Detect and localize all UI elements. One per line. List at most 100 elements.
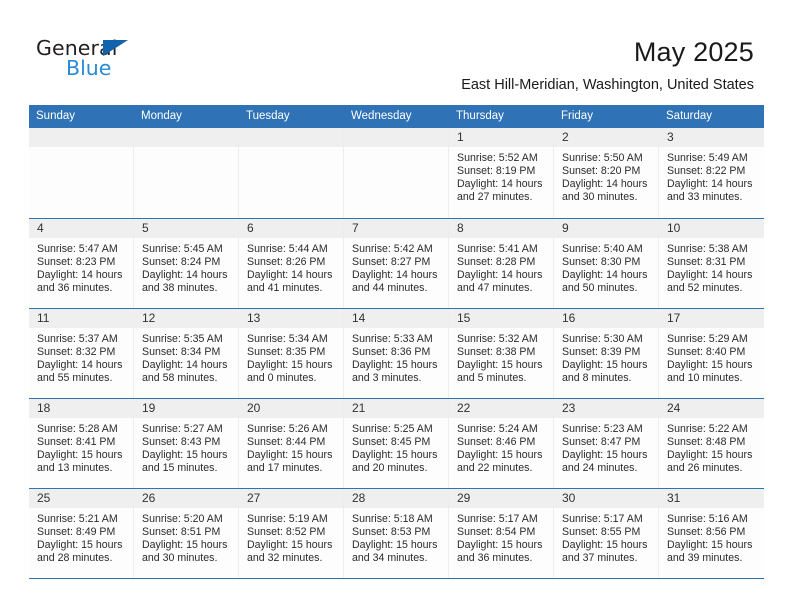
sunset-text: Sunset: 8:35 PM xyxy=(247,345,326,358)
calendar-day-cell[interactable]: 9 Sunrise: 5:40 AM Sunset: 8:30 PM Daylight… xyxy=(554,217,659,308)
calendar-day-cell[interactable]: 18 Sunrise: 5:28 AM Sunset: 8:41 PM Dayligh… xyxy=(29,397,134,488)
calendar-day-cell[interactable]: 30 Sunrise: 5:17 AM Sunset: 8:55 PM Dayligh… xyxy=(554,487,659,579)
calendar-day-cell[interactable]: 26 Sunrise: 5:20 AM Sunset: 8:51 PM Dayligh… xyxy=(134,487,239,579)
daylight-text: Daylight: 14 hours and 52 minutes. xyxy=(667,268,753,294)
calendar-day-cell[interactable]: 12 Sunrise: 5:35 AM Sunset: 8:34 PM Dayligh… xyxy=(134,307,239,398)
calendar-day-cell[interactable]: 20 Sunrise: 5:26 AM Sunset: 8:44 PM Dayligh… xyxy=(239,397,344,488)
sunrise-text: Sunrise: 5:35 AM xyxy=(142,332,223,345)
day-number: 10 xyxy=(659,218,764,238)
weekday-header-friday: Friday xyxy=(554,105,659,128)
calendar-day-cell-empty xyxy=(344,128,449,218)
sunrise-text: Sunrise: 5:44 AM xyxy=(247,242,328,255)
calendar-day-cell[interactable]: 5 Sunrise: 5:45 AM Sunset: 8:24 PM Daylight… xyxy=(134,217,239,308)
sunrise-text: Sunrise: 5:24 AM xyxy=(457,422,538,435)
daylight-text: Daylight: 14 hours and 33 minutes. xyxy=(667,178,753,204)
sunrise-text: Sunrise: 5:20 AM xyxy=(142,512,223,525)
day-number: 25 xyxy=(29,488,133,508)
daylight-text: Daylight: 15 hours and 32 minutes. xyxy=(247,538,333,564)
calendar-day-cell[interactable]: 10 Sunrise: 5:38 AM Sunset: 8:31 PM Dayligh… xyxy=(659,217,764,308)
calendar-day-cell[interactable]: 21 Sunrise: 5:25 AM Sunset: 8:45 PM Dayligh… xyxy=(344,397,449,488)
day-box: 15 Sunrise: 5:32 AM Sunset: 8:38 PM Dayligh… xyxy=(449,308,554,398)
day-info: Sunrise: 5:52 AM Sunset: 8:19 PM Daylight:… xyxy=(449,147,553,204)
day-box: 11 Sunrise: 5:37 AM Sunset: 8:32 PM Dayligh… xyxy=(29,308,134,398)
sunset-text: Sunset: 8:55 PM xyxy=(562,525,641,538)
calendar-week-row: 4 Sunrise: 5:47 AM Sunset: 8:23 PM Daylight… xyxy=(29,217,764,308)
day-info: Sunrise: 5:23 AM Sunset: 8:47 PM Daylight:… xyxy=(554,418,658,475)
calendar-day-cell[interactable]: 13 Sunrise: 5:34 AM Sunset: 8:35 PM Dayligh… xyxy=(239,307,344,398)
calendar-day-cell[interactable]: 23 Sunrise: 5:23 AM Sunset: 8:47 PM Dayligh… xyxy=(554,397,659,488)
sunset-text: Sunset: 8:38 PM xyxy=(457,345,536,358)
sunset-text: Sunset: 8:24 PM xyxy=(142,255,221,268)
day-info: Sunrise: 5:44 AM Sunset: 8:26 PM Daylight:… xyxy=(239,238,343,295)
sunrise-text: Sunrise: 5:33 AM xyxy=(352,332,433,345)
sunrise-text: Sunrise: 5:22 AM xyxy=(667,422,748,435)
sunset-text: Sunset: 8:32 PM xyxy=(37,345,116,358)
sunset-text: Sunset: 8:28 PM xyxy=(457,255,536,268)
daylight-text: Daylight: 15 hours and 15 minutes. xyxy=(142,448,228,474)
daylight-text: Daylight: 14 hours and 27 minutes. xyxy=(457,178,543,204)
weekday-header-row: Sunday Monday Tuesday Wednesday Thursday… xyxy=(29,105,764,128)
daylight-text: Daylight: 15 hours and 10 minutes. xyxy=(667,358,753,384)
calendar-day-cell[interactable]: 6 Sunrise: 5:44 AM Sunset: 8:26 PM Daylight… xyxy=(239,217,344,308)
day-info: Sunrise: 5:19 AM Sunset: 8:52 PM Daylight:… xyxy=(239,508,343,565)
calendar-week-row: 1 Sunrise: 5:52 AM Sunset: 8:19 PM Daylight… xyxy=(29,128,764,218)
calendar-day-cell[interactable]: 11 Sunrise: 5:37 AM Sunset: 8:32 PM Dayligh… xyxy=(29,307,134,398)
calendar-day-cell[interactable]: 16 Sunrise: 5:30 AM Sunset: 8:39 PM Dayligh… xyxy=(554,307,659,398)
day-box: 19 Sunrise: 5:27 AM Sunset: 8:43 PM Dayligh… xyxy=(134,398,239,488)
sunrise-text: Sunrise: 5:42 AM xyxy=(352,242,433,255)
weekday-header-wednesday: Wednesday xyxy=(344,105,449,128)
day-info: Sunrise: 5:21 AM Sunset: 8:49 PM Daylight:… xyxy=(29,508,133,565)
sunset-text: Sunset: 8:22 PM xyxy=(667,165,746,178)
calendar-day-cell[interactable]: 14 Sunrise: 5:33 AM Sunset: 8:36 PM Dayligh… xyxy=(344,307,449,398)
day-info: Sunrise: 5:20 AM Sunset: 8:51 PM Daylight:… xyxy=(134,508,238,565)
calendar-day-cell[interactable]: 22 Sunrise: 5:24 AM Sunset: 8:46 PM Dayligh… xyxy=(449,397,554,488)
calendar-day-cell[interactable]: 15 Sunrise: 5:32 AM Sunset: 8:38 PM Dayligh… xyxy=(449,307,554,398)
day-info: Sunrise: 5:24 AM Sunset: 8:46 PM Daylight:… xyxy=(449,418,553,475)
calendar-day-cell[interactable]: 31 Sunrise: 5:16 AM Sunset: 8:56 PM Dayligh… xyxy=(659,487,764,579)
page-subtitle-location: East Hill-Meridian, Washington, United S… xyxy=(461,77,754,93)
page-header: General Blue May 2025 East Hill-Meridian… xyxy=(0,0,792,104)
page-title-month: May 2025 xyxy=(633,37,754,67)
sunrise-text: Sunrise: 5:32 AM xyxy=(457,332,538,345)
day-box: 14 Sunrise: 5:33 AM Sunset: 8:36 PM Dayligh… xyxy=(344,308,449,398)
calendar-day-cell[interactable]: 1 Sunrise: 5:52 AM Sunset: 8:19 PM Daylight… xyxy=(449,128,554,218)
calendar-day-cell[interactable]: 8 Sunrise: 5:41 AM Sunset: 8:28 PM Daylight… xyxy=(449,217,554,308)
sunrise-text: Sunrise: 5:37 AM xyxy=(37,332,118,345)
general-blue-logo[interactable]: General Blue xyxy=(36,36,196,82)
day-box: 8 Sunrise: 5:41 AM Sunset: 8:28 PM Daylight… xyxy=(449,218,554,308)
sunrise-text: Sunrise: 5:47 AM xyxy=(37,242,118,255)
sunrise-text: Sunrise: 5:26 AM xyxy=(247,422,328,435)
sunset-text: Sunset: 8:39 PM xyxy=(562,345,641,358)
calendar-day-cell[interactable]: 24 Sunrise: 5:22 AM Sunset: 8:48 PM Dayligh… xyxy=(659,397,764,488)
sunrise-text: Sunrise: 5:45 AM xyxy=(142,242,223,255)
calendar-day-cell[interactable]: 25 Sunrise: 5:21 AM Sunset: 8:49 PM Dayligh… xyxy=(29,487,134,579)
calendar-day-cell[interactable]: 17 Sunrise: 5:29 AM Sunset: 8:40 PM Dayligh… xyxy=(659,307,764,398)
daylight-text: Daylight: 15 hours and 39 minutes. xyxy=(667,538,753,564)
calendar-day-cell[interactable]: 27 Sunrise: 5:19 AM Sunset: 8:52 PM Dayligh… xyxy=(239,487,344,579)
daylight-text: Daylight: 15 hours and 28 minutes. xyxy=(37,538,123,564)
day-number: 26 xyxy=(134,488,238,508)
sunrise-text: Sunrise: 5:17 AM xyxy=(457,512,538,525)
day-box: 25 Sunrise: 5:21 AM Sunset: 8:49 PM Dayligh… xyxy=(29,488,134,578)
calendar-day-cell[interactable]: 4 Sunrise: 5:47 AM Sunset: 8:23 PM Daylight… xyxy=(29,217,134,308)
sunset-text: Sunset: 8:43 PM xyxy=(142,435,221,448)
day-info: Sunrise: 5:25 AM Sunset: 8:45 PM Daylight:… xyxy=(344,418,448,475)
calendar-day-cell[interactable]: 19 Sunrise: 5:27 AM Sunset: 8:43 PM Dayligh… xyxy=(134,397,239,488)
daylight-text: Daylight: 14 hours and 58 minutes. xyxy=(142,358,228,384)
daylight-text: Daylight: 14 hours and 38 minutes. xyxy=(142,268,228,294)
day-number: 23 xyxy=(554,398,658,418)
calendar-table: Sunday Monday Tuesday Wednesday Thursday… xyxy=(29,105,764,579)
calendar-day-cell[interactable]: 3 Sunrise: 5:49 AM Sunset: 8:22 PM Daylight… xyxy=(659,128,764,218)
sunset-text: Sunset: 8:54 PM xyxy=(457,525,536,538)
sunrise-text: Sunrise: 5:27 AM xyxy=(142,422,223,435)
sunset-text: Sunset: 8:20 PM xyxy=(562,165,641,178)
day-number: 12 xyxy=(134,308,238,328)
sunset-text: Sunset: 8:44 PM xyxy=(247,435,326,448)
calendar-day-cell[interactable]: 7 Sunrise: 5:42 AM Sunset: 8:27 PM Daylight… xyxy=(344,217,449,308)
day-box: 24 Sunrise: 5:22 AM Sunset: 8:48 PM Dayligh… xyxy=(659,398,764,488)
calendar-day-cell[interactable]: 2 Sunrise: 5:50 AM Sunset: 8:20 PM Daylight… xyxy=(554,128,659,218)
calendar-day-cell[interactable]: 28 Sunrise: 5:18 AM Sunset: 8:53 PM Dayligh… xyxy=(344,487,449,579)
day-info: Sunrise: 5:49 AM Sunset: 8:22 PM Daylight:… xyxy=(659,147,764,204)
calendar-day-cell[interactable]: 29 Sunrise: 5:17 AM Sunset: 8:54 PM Dayligh… xyxy=(449,487,554,579)
weekday-header-monday: Monday xyxy=(134,105,239,128)
